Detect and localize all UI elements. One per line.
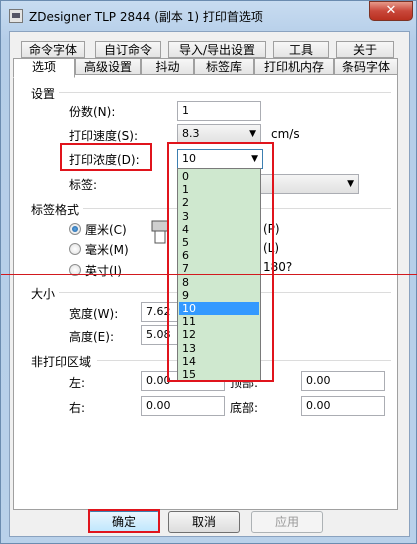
print-speed-label: 打印速度(S): bbox=[69, 129, 139, 143]
unit-inch-label: 英寸(I) bbox=[85, 264, 122, 278]
cancel-button[interactable]: 取消 bbox=[168, 511, 240, 533]
chevron-down-icon: ▼ bbox=[249, 129, 256, 139]
chevron-down-icon: ▼ bbox=[347, 179, 354, 189]
tab-label-library[interactable]: 标签库 bbox=[194, 58, 254, 75]
window-title: ZDesigner TLP 2844 (副本 1) 打印首选项 bbox=[29, 10, 263, 24]
unit-mm-radio[interactable] bbox=[69, 243, 81, 255]
margin-right-input[interactable]: 0.00 bbox=[141, 396, 225, 416]
copies-input[interactable]: 1 bbox=[177, 101, 261, 121]
tab-options[interactable]: 选项 bbox=[13, 58, 75, 78]
tab-barcode-fonts[interactable]: 条码字体 bbox=[334, 58, 398, 75]
label-stock-label: 标签: bbox=[69, 178, 98, 192]
label-format-group-label: 标签格式 bbox=[31, 203, 80, 217]
tab-tools[interactable]: 工具 bbox=[273, 41, 329, 58]
margin-left-label: 左: bbox=[69, 376, 86, 390]
size-group-label: 大小 bbox=[31, 287, 56, 301]
print-speed-value: 8.3 bbox=[182, 127, 200, 140]
unit-cm-label: 厘米(C) bbox=[85, 223, 127, 237]
tab-command-font[interactable]: 命令字体 bbox=[21, 41, 85, 58]
tab-printer-memory[interactable]: 打印机内存 bbox=[254, 58, 334, 75]
annotation-box-ok-button bbox=[88, 509, 160, 533]
annotation-guide-line bbox=[1, 274, 417, 275]
margin-bottom-label: 底部: bbox=[230, 401, 259, 415]
copies-label: 份数(N): bbox=[69, 105, 116, 119]
width-label: 宽度(W): bbox=[69, 307, 119, 321]
print-speed-select[interactable]: 8.3 ▼ bbox=[177, 124, 261, 144]
tab-custom-command[interactable]: 自订命令 bbox=[95, 41, 161, 58]
printing-preferences-window: ZDesigner TLP 2844 (副本 1) 打印首选项 ✕ 命令字体 自… bbox=[0, 0, 417, 544]
tab-import-export[interactable]: 导入/导出设置 bbox=[168, 41, 266, 58]
unit-mm-label: 毫米(M) bbox=[85, 243, 129, 257]
margin-bottom-input[interactable]: 0.00 bbox=[301, 396, 385, 416]
settings-group-label: 设置 bbox=[31, 87, 56, 101]
margin-right-label: 右: bbox=[69, 401, 86, 415]
tab-dithering[interactable]: 抖动 bbox=[141, 58, 194, 75]
tab-about[interactable]: 关于 bbox=[336, 41, 394, 58]
title-bar: ZDesigner TLP 2844 (副本 1) 打印首选项 ✕ bbox=[1, 1, 416, 31]
close-button[interactable]: ✕ bbox=[369, 1, 413, 21]
apply-button[interactable]: 应用 bbox=[251, 511, 323, 533]
settings-group-divider bbox=[59, 92, 391, 93]
printer-app-icon bbox=[9, 9, 23, 23]
margin-top-input[interactable]: 0.00 bbox=[301, 371, 385, 391]
print-speed-unit: cm/s bbox=[271, 127, 300, 141]
non-print-area-group-label: 非打印区域 bbox=[31, 355, 92, 369]
annotation-box-darkness-dropdown bbox=[167, 142, 274, 382]
tab-advanced-settings[interactable]: 高级设置 bbox=[75, 58, 141, 75]
height-label: 高度(E): bbox=[69, 330, 114, 344]
unit-cm-radio[interactable] bbox=[69, 223, 81, 235]
annotation-box-darkness-label bbox=[60, 143, 152, 171]
